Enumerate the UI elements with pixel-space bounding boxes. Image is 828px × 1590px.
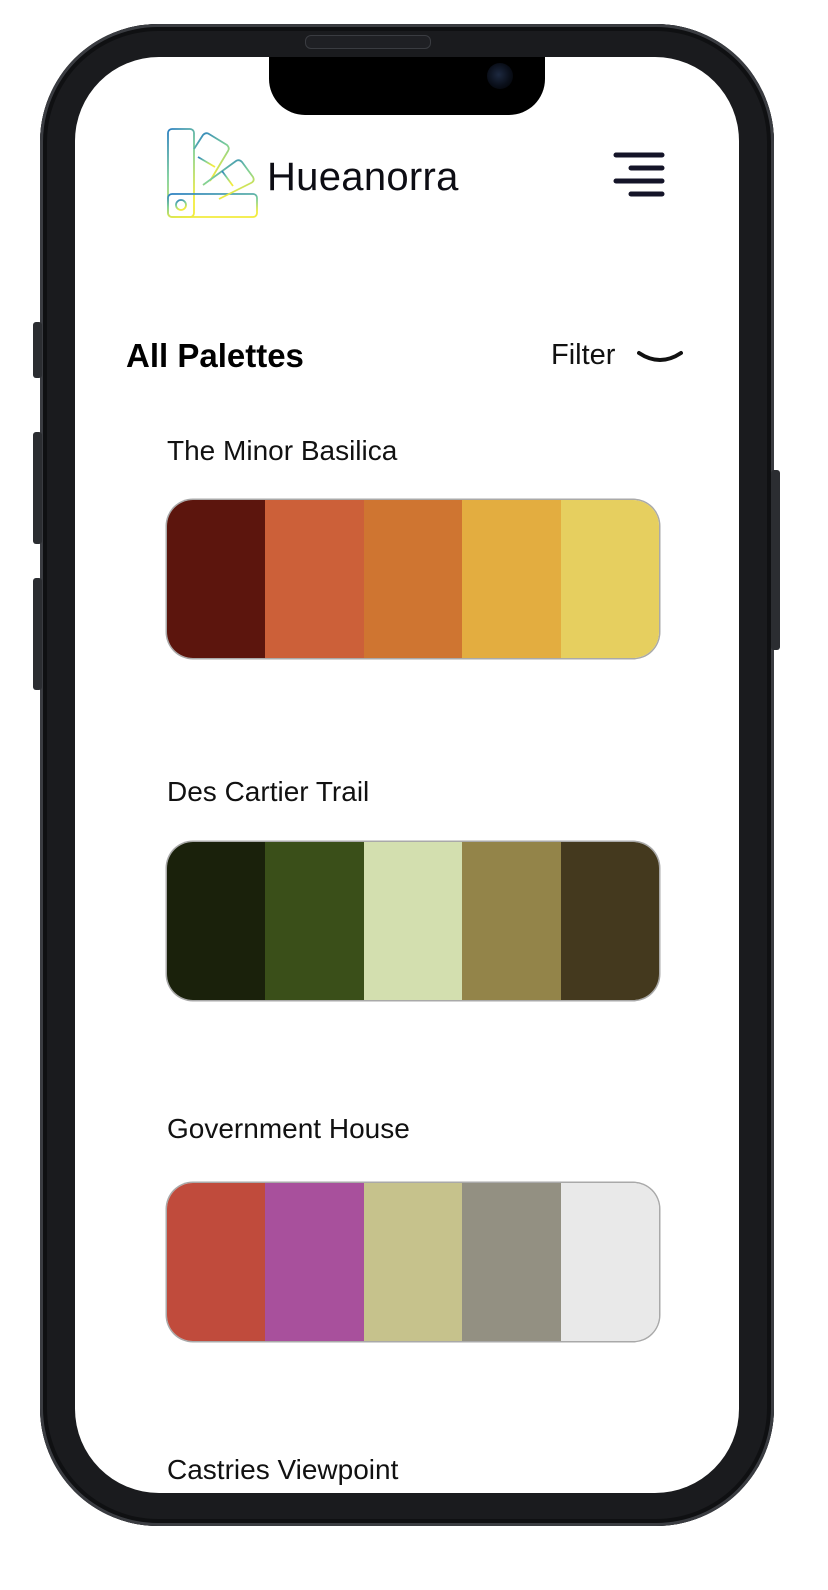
hamburger-menu-icon: [613, 152, 665, 197]
palette-card[interactable]: Castries Viewpoint: [167, 1454, 661, 1493]
color-swatch[interactable]: [462, 1183, 561, 1341]
palette-card[interactable]: The Minor Basilica: [167, 435, 661, 658]
power-button: [771, 470, 780, 650]
color-swatch[interactable]: [363, 500, 463, 658]
color-swatch[interactable]: [462, 842, 561, 1000]
section-title: All Palettes: [126, 337, 304, 374]
color-swatch[interactable]: [560, 500, 659, 658]
color-swatch[interactable]: [363, 1183, 463, 1341]
front-camera: [487, 63, 513, 89]
app-header: Hueanorra: [167, 127, 667, 227]
color-swatch[interactable]: [265, 842, 364, 1000]
phone-screen: Hueanorra All Palettes Filter The Minor …: [75, 57, 739, 1493]
palette-card[interactable]: Des Cartier Trail: [167, 776, 661, 1000]
color-swatch[interactable]: [265, 1183, 364, 1341]
color-swatch[interactable]: [462, 500, 561, 658]
earpiece-speaker: [305, 35, 431, 49]
palette-name: Government House: [167, 1113, 410, 1144]
color-swatch-fan-icon: [167, 127, 259, 221]
filter-label: Filter: [551, 339, 616, 371]
filter-dropdown[interactable]: Filter: [551, 337, 686, 383]
palette-swatch-strip[interactable]: [167, 500, 659, 658]
chevron-down-icon: [637, 351, 683, 362]
palette-name: The Minor Basilica: [167, 435, 398, 466]
color-swatch[interactable]: [265, 500, 364, 658]
menu-button[interactable]: [613, 152, 665, 198]
color-swatch[interactable]: [363, 842, 463, 1000]
app-title: Hueanorra: [267, 155, 459, 199]
color-swatch[interactable]: [167, 1183, 266, 1341]
color-swatch[interactable]: [560, 1183, 659, 1341]
silent-switch: [33, 322, 42, 378]
volume-down-button: [33, 578, 42, 690]
palette-swatch-strip[interactable]: [167, 1183, 659, 1341]
palette-name: Castries Viewpoint: [167, 1454, 399, 1485]
color-swatch[interactable]: [560, 842, 659, 1000]
palette-card[interactable]: Government House: [167, 1113, 661, 1341]
color-swatch[interactable]: [167, 842, 266, 1000]
palette-swatch-strip[interactable]: [167, 842, 659, 1000]
notch: [269, 57, 545, 115]
palette-name: Des Cartier Trail: [167, 776, 370, 807]
palettes-section-header: All Palettes Filter: [126, 337, 686, 383]
color-swatch[interactable]: [167, 500, 266, 658]
volume-up-button: [33, 432, 42, 544]
